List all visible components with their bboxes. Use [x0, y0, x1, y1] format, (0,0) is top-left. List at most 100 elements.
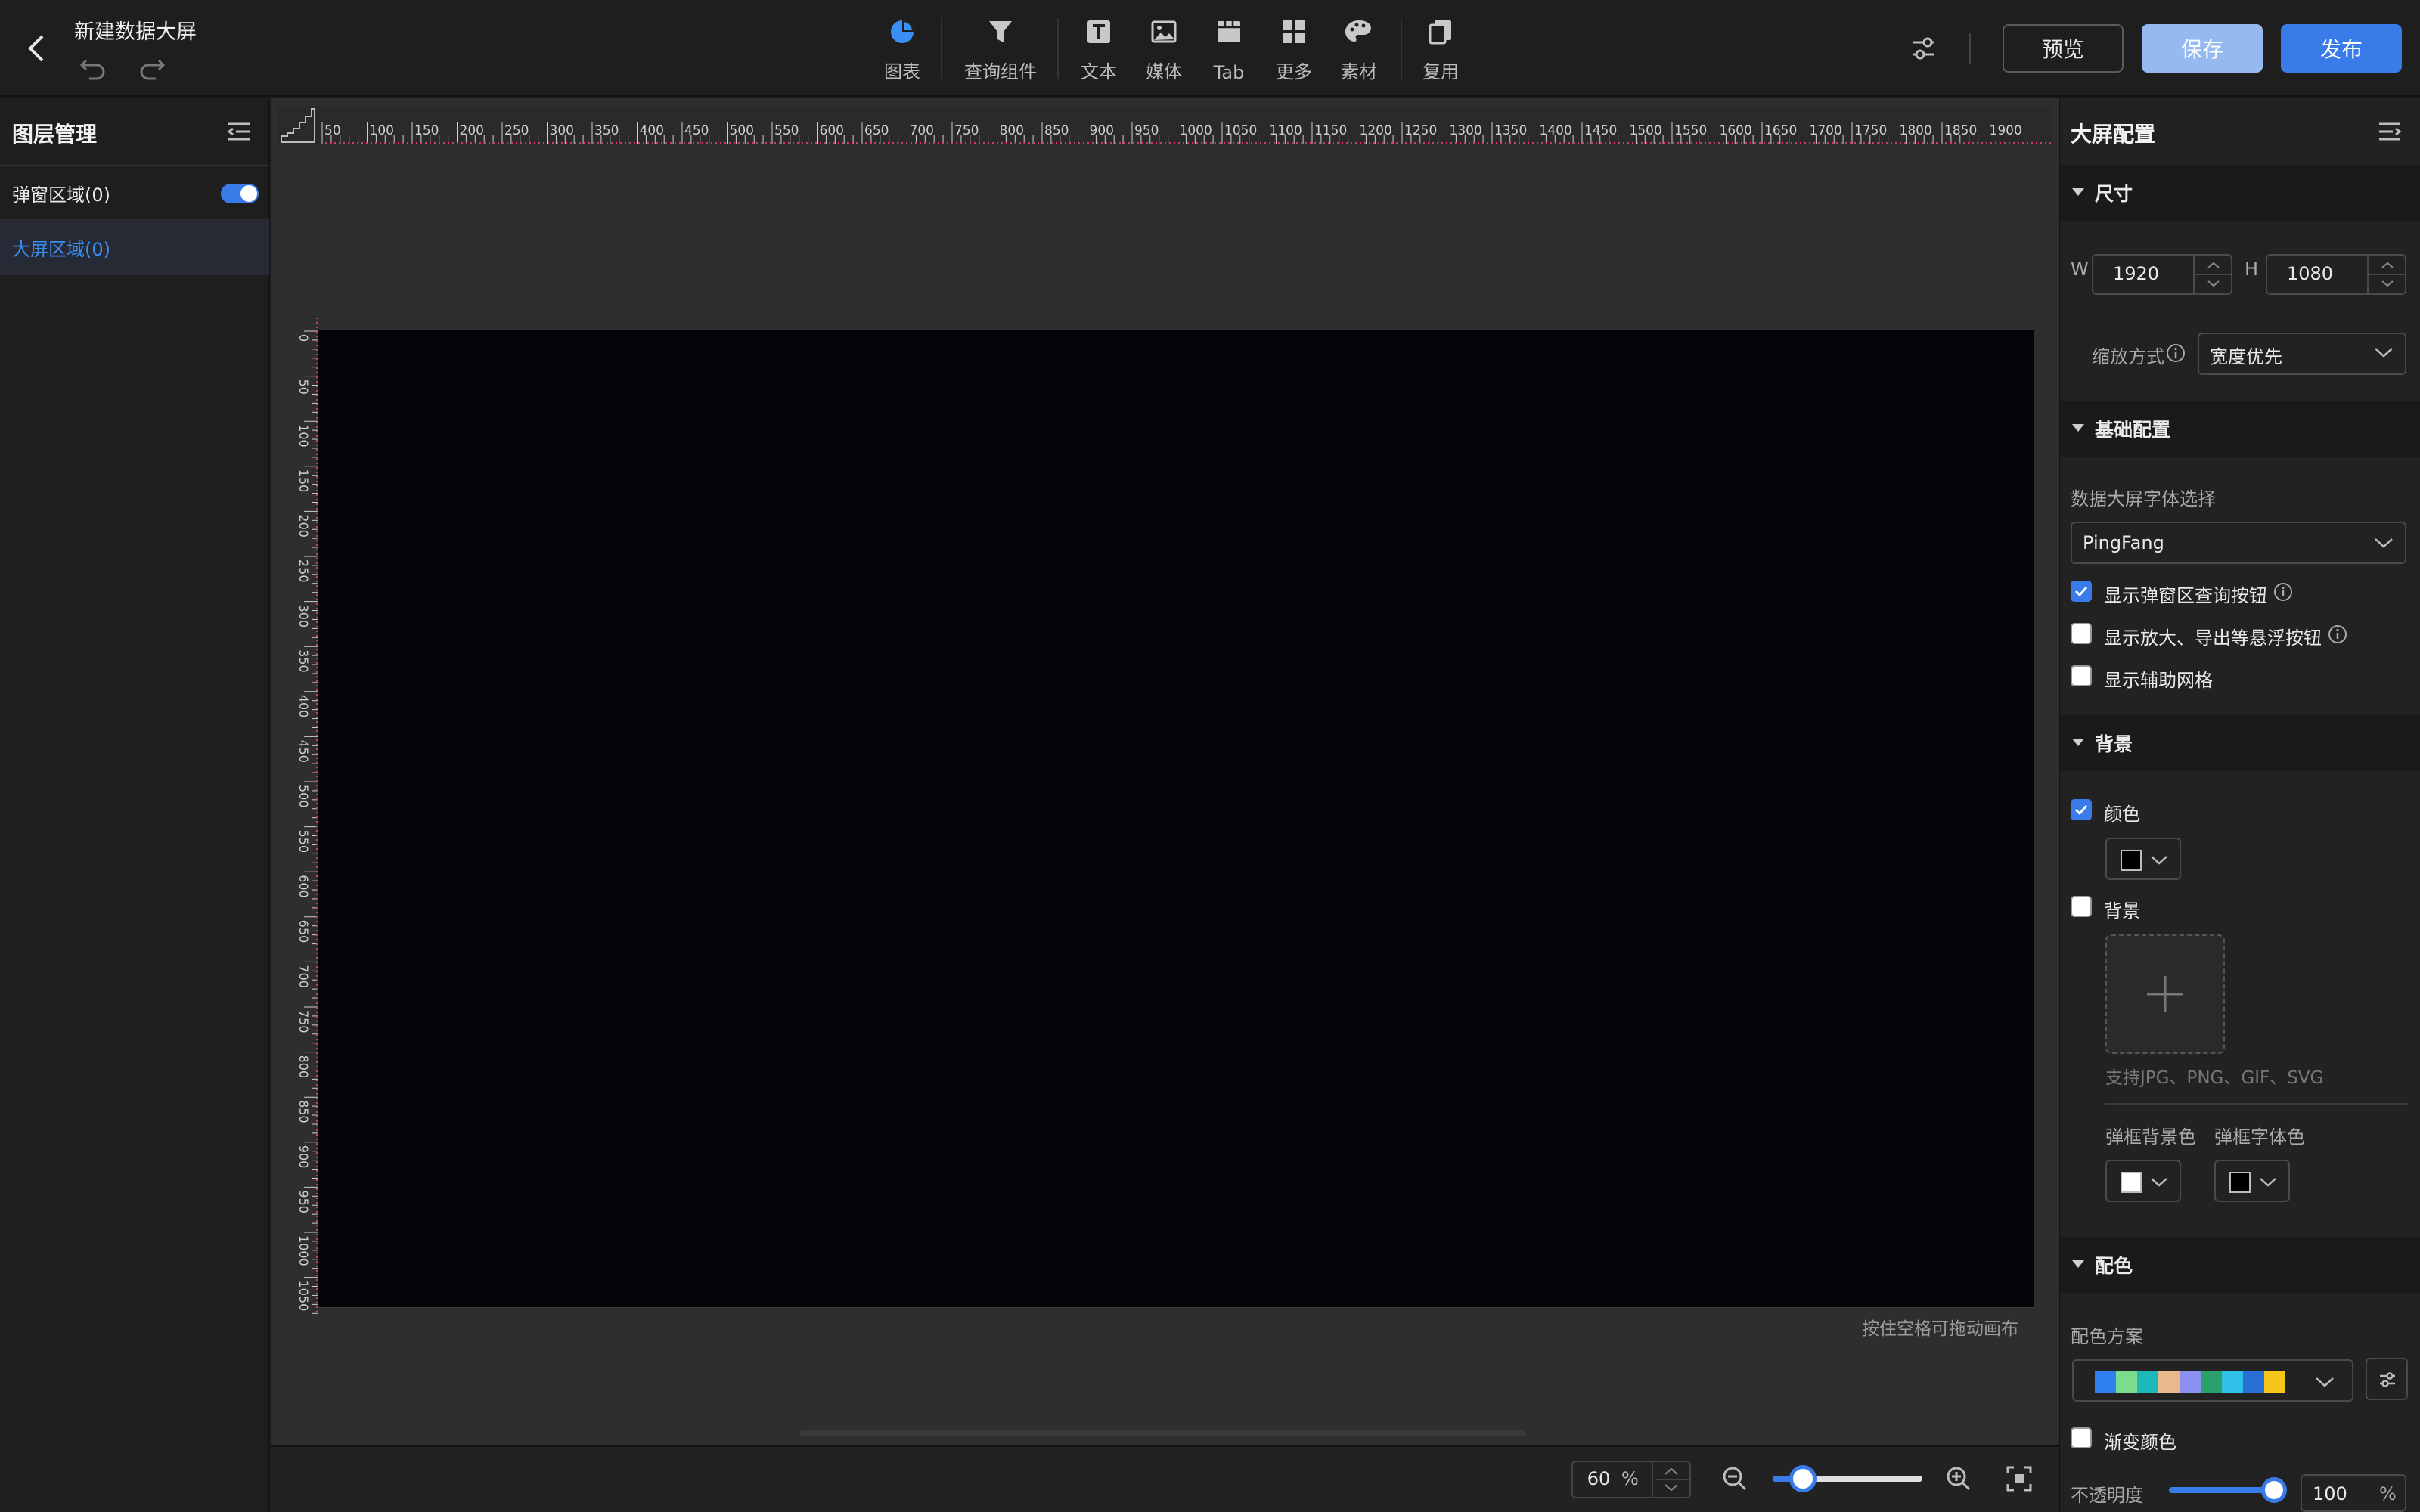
width-value[interactable]: 1920	[2113, 263, 2159, 284]
ruler-tick-label: 650	[864, 123, 889, 138]
bg-color-picker[interactable]	[2105, 838, 2181, 880]
zoom-value[interactable]: 60	[1581, 1468, 1617, 1489]
opacity-value[interactable]: 100	[2313, 1483, 2347, 1504]
gradient-label: 渐变颜色	[2104, 1432, 2176, 1453]
info-icon[interactable]	[2273, 582, 2293, 602]
ruler-tick-label: 1050	[296, 1281, 311, 1312]
popup-font-color-picker[interactable]	[2214, 1160, 2290, 1202]
section-background[interactable]: 背景	[2060, 715, 2420, 771]
gradient-checkbox[interactable]	[2071, 1427, 2092, 1448]
width-stepper[interactable]	[2193, 256, 2232, 293]
color-swatch	[2229, 1172, 2251, 1193]
ruler-tick-label: 800	[1000, 123, 1024, 138]
color-scheme-select[interactable]	[2072, 1359, 2353, 1402]
width-label: W	[2071, 259, 2089, 280]
redo-icon[interactable]	[136, 53, 166, 80]
ruler-tick-label: 1200	[1360, 123, 1392, 138]
ruler-tick-label: 1900	[1990, 123, 2022, 138]
fit-screen-icon[interactable]	[2006, 1465, 2033, 1492]
section-colors[interactable]: 配色	[2060, 1237, 2420, 1293]
bg-upload-area[interactable]	[2105, 934, 2225, 1054]
ruler-tick-label: 1600	[1720, 123, 1752, 138]
tool-query[interactable]: 查询组件	[960, 15, 1041, 83]
zoom-in-icon[interactable]	[1945, 1465, 1972, 1492]
color-swatch	[2121, 1172, 2142, 1193]
tool-reuse[interactable]: 复用	[1414, 15, 1467, 83]
show-grid-checkbox[interactable]	[2071, 665, 2092, 686]
ruler-tick-label: 300	[296, 605, 311, 628]
layer-screen-area[interactable]: 大屏区域(0)	[0, 221, 269, 275]
tool-tab[interactable]: Tab	[1202, 15, 1255, 83]
ruler-tick-label: 850	[296, 1100, 311, 1123]
tool-text[interactable]: 文本	[1072, 15, 1125, 83]
tool-assets[interactable]: 素材	[1333, 15, 1385, 83]
popup-area-toggle[interactable]	[221, 184, 259, 203]
horizontal-scrollbar[interactable]	[800, 1430, 1526, 1436]
collapse-menu-icon[interactable]	[2376, 119, 2403, 144]
undo-icon[interactable]	[79, 53, 109, 80]
layer-panel	[0, 98, 269, 1512]
divider	[2105, 1103, 2408, 1105]
sliders-icon[interactable]	[1907, 33, 1941, 64]
section-size[interactable]: 尺寸	[2060, 165, 2420, 221]
ruler-tick-label: 200	[296, 514, 311, 538]
ruler-tick-label: 0	[296, 334, 311, 342]
scale-mode-value[interactable]: 宽度优先	[2210, 342, 2282, 368]
ruler-tick-label: 500	[296, 785, 311, 808]
preview-button[interactable]: 预览	[2003, 24, 2124, 73]
tab-icon	[1212, 15, 1246, 48]
opacity-slider-handle[interactable]	[2261, 1477, 2287, 1503]
section-basic[interactable]: 基础配置	[2060, 401, 2420, 457]
tool-tab-label: Tab	[1213, 62, 1245, 83]
tool-text-label: 文本	[1081, 61, 1117, 82]
opacity-input[interactable]: 100 %	[2301, 1474, 2406, 1512]
show-grid-label: 显示辅助网格	[2104, 670, 2213, 691]
tool-more[interactable]: 更多	[1267, 15, 1320, 83]
collapse-menu-icon[interactable]	[225, 119, 253, 144]
upload-hint: 支持JPG、PNG、GIF、SVG	[2105, 1068, 2324, 1088]
tool-chart[interactable]: 图表	[876, 15, 929, 83]
save-button[interactable]: 保存	[2142, 24, 2263, 73]
screen-canvas[interactable]	[318, 330, 2034, 1308]
palette-icon	[1342, 15, 1376, 48]
publish-button[interactable]: 发布	[2281, 24, 2402, 73]
ruler-tick-label: 100	[370, 123, 394, 138]
ruler-vertical: 0 50 100 150 200 250 300 350 400 450 500 550 600 650 7…	[296, 318, 318, 1315]
height-stepper[interactable]	[2367, 256, 2406, 293]
color-scheme-settings[interactable]	[2366, 1358, 2408, 1400]
ruler-tick-label: 1050	[1224, 123, 1257, 138]
back-arrow-icon[interactable]	[21, 30, 51, 67]
tool-media[interactable]: 媒体	[1137, 15, 1190, 83]
zoom-out-icon[interactable]	[1721, 1465, 1748, 1492]
ruler-tick-label: 1550	[1674, 123, 1707, 138]
height-value[interactable]: 1080	[2287, 263, 2333, 284]
ruler-horizontal: 50 100 150 200 250 300 350 400 450 500 550 600 650 70…	[278, 106, 2052, 144]
config-panel-title: 大屏配置	[2071, 122, 2156, 147]
info-icon[interactable]	[2166, 343, 2186, 363]
zoom-stepper[interactable]	[1652, 1462, 1689, 1497]
layer-popup-area-label: 弹窗区域(0)	[12, 184, 110, 206]
tool-reuse-label: 复用	[1423, 61, 1459, 82]
show-float-buttons-checkbox[interactable]	[2071, 623, 2092, 644]
bg-image-checkbox[interactable]	[2071, 896, 2092, 917]
chevron-down-icon	[2316, 1377, 2334, 1387]
bg-image-label: 背景	[2104, 900, 2140, 922]
ruler-tick-label: 900	[296, 1145, 311, 1169]
section-colors-title: 配色	[2095, 1255, 2133, 1277]
popup-bg-color-picker[interactable]	[2105, 1160, 2181, 1202]
ruler-tick-label: 150	[296, 469, 311, 493]
ruler-tick-label: 1450	[1584, 123, 1617, 138]
font-select-value[interactable]: PingFang	[2083, 532, 2164, 553]
info-icon[interactable]	[2328, 624, 2347, 644]
zoom-slider-handle[interactable]	[1789, 1465, 1817, 1492]
ruler-tick-label: 1800	[1900, 123, 1932, 138]
bg-color-label: 颜色	[2104, 804, 2140, 825]
ruler-tick-label: 1100	[1270, 123, 1302, 138]
opacity-slider-track[interactable]	[2169, 1487, 2275, 1493]
ruler-tick-label: 550	[296, 830, 311, 854]
show-popup-query-checkbox[interactable]	[2071, 581, 2092, 602]
caret-down-icon	[2072, 188, 2084, 196]
bg-color-checkbox[interactable]	[2071, 799, 2092, 820]
caret-down-icon	[2072, 739, 2084, 746]
toolbar-divider	[1057, 18, 1059, 79]
